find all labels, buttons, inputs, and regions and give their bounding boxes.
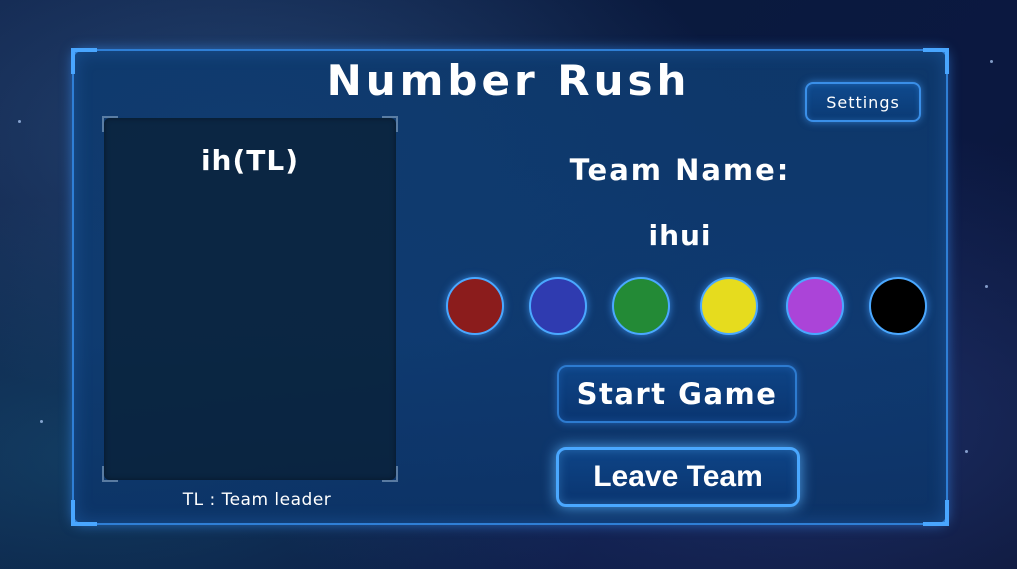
color-swatch-purple[interactable]: [786, 277, 844, 335]
panel-corner: [71, 500, 97, 526]
list-corner: [382, 116, 398, 132]
color-swatch-black[interactable]: [869, 277, 927, 335]
team-leader-legend: TL : Team leader: [182, 490, 332, 510]
player-list: ih(TL): [102, 116, 398, 482]
leave-team-button[interactable]: Leave Team: [556, 447, 800, 507]
color-swatch-red[interactable]: [446, 277, 504, 335]
settings-button[interactable]: Settings: [805, 82, 921, 122]
player-list-item: ih(TL): [200, 144, 300, 177]
team-name-value: ihui: [648, 219, 712, 252]
panel-corner: [923, 500, 949, 526]
start-game-button[interactable]: Start Game: [557, 365, 797, 423]
list-corner: [382, 466, 398, 482]
list-corner: [102, 116, 118, 132]
list-corner: [102, 466, 118, 482]
color-swatch-blue[interactable]: [529, 277, 587, 335]
color-swatch-green[interactable]: [612, 277, 670, 335]
color-swatch-yellow[interactable]: [700, 277, 758, 335]
team-name-label: Team Name:: [569, 153, 791, 187]
